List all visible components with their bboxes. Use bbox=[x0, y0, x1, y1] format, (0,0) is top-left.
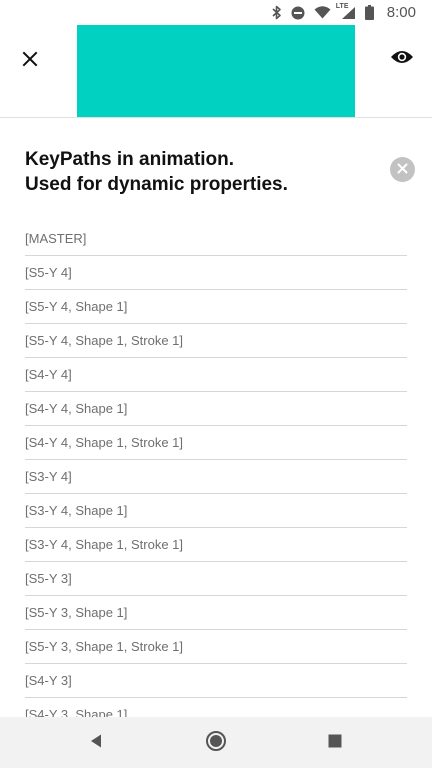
screen: LTE 8:00 KeyPaths in animation. Used for… bbox=[0, 0, 432, 768]
recents-button[interactable] bbox=[319, 727, 351, 759]
cancel-circle-icon bbox=[397, 161, 408, 179]
status-time: 8:00 bbox=[386, 4, 416, 21]
keypath-item[interactable]: [S5-Y 3, Shape 1, Stroke 1] bbox=[25, 630, 407, 664]
network-type-label: LTE bbox=[335, 2, 349, 10]
navigation-bar bbox=[0, 717, 432, 768]
recents-icon bbox=[328, 734, 342, 753]
battery-icon bbox=[364, 5, 374, 20]
keypath-item[interactable]: [S4-Y 3] bbox=[25, 664, 407, 698]
keypath-item[interactable]: [S5-Y 3, Shape 1] bbox=[25, 596, 407, 630]
keypath-item[interactable]: [S5-Y 4, Shape 1] bbox=[25, 290, 407, 324]
back-icon bbox=[89, 733, 103, 754]
wifi-icon bbox=[314, 6, 331, 19]
sheet-title-line-2: Used for dynamic properties. bbox=[25, 174, 288, 195]
keypath-item[interactable]: [S5-Y 4, Shape 1, Stroke 1] bbox=[25, 324, 407, 358]
keypath-item[interactable]: [S3-Y 4, Shape 1] bbox=[25, 494, 407, 528]
cellular-signal-icon: LTE bbox=[336, 3, 356, 20]
home-button[interactable] bbox=[200, 727, 232, 759]
keypath-item[interactable]: [S3-Y 4] bbox=[25, 460, 407, 494]
eye-icon bbox=[390, 49, 414, 70]
bluetooth-icon bbox=[272, 5, 282, 20]
keypath-item[interactable]: [MASTER] bbox=[25, 222, 407, 256]
close-icon bbox=[22, 51, 38, 72]
keypath-item[interactable]: [S4-Y 4] bbox=[25, 358, 407, 392]
keypath-item[interactable]: [S5-Y 4] bbox=[25, 256, 407, 290]
keypath-list[interactable]: [MASTER] [S5-Y 4] [S5-Y 4, Shape 1] [S5-… bbox=[25, 222, 407, 717]
sheet-title: KeyPaths in animation. Used for dynamic … bbox=[25, 147, 355, 197]
do-not-disturb-icon bbox=[291, 6, 305, 20]
toolbar-divider bbox=[0, 117, 432, 118]
visibility-toggle-button[interactable] bbox=[384, 41, 420, 77]
keypath-item[interactable]: [S4-Y 4, Shape 1] bbox=[25, 392, 407, 426]
dismiss-button[interactable] bbox=[390, 157, 415, 182]
animation-preview bbox=[77, 25, 355, 117]
back-button[interactable] bbox=[80, 727, 112, 759]
sheet-title-line-1: KeyPaths in animation. bbox=[25, 149, 235, 170]
home-icon bbox=[206, 730, 226, 756]
keypath-item[interactable]: [S3-Y 4, Shape 1, Stroke 1] bbox=[25, 528, 407, 562]
close-button[interactable] bbox=[12, 43, 48, 79]
keypath-item[interactable]: [S4-Y 4, Shape 1, Stroke 1] bbox=[25, 426, 407, 460]
keypath-item[interactable]: [S5-Y 3] bbox=[25, 562, 407, 596]
keypath-item[interactable]: [S4-Y 3, Shape 1] bbox=[25, 698, 407, 717]
toolbar bbox=[0, 25, 432, 117]
status-icons: LTE 8:00 bbox=[272, 0, 416, 25]
status-bar: LTE 8:00 bbox=[0, 0, 432, 25]
